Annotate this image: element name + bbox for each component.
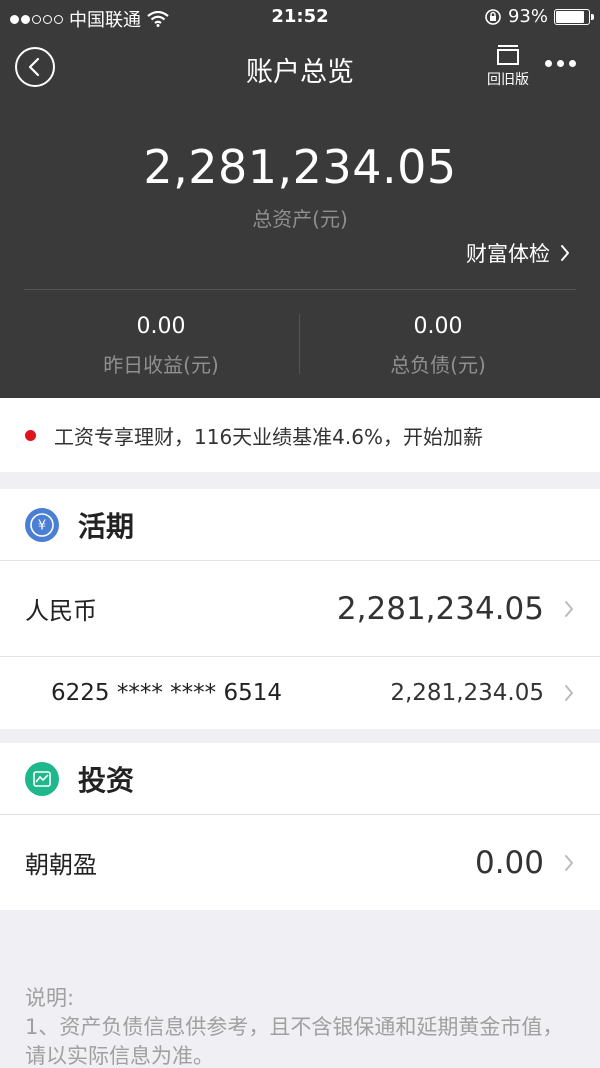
yuan-coin-icon: ¥ xyxy=(25,507,59,542)
currency-label: 人民币 xyxy=(25,597,97,625)
wealth-check-label: 财富体检 xyxy=(466,242,550,266)
divider xyxy=(24,289,576,290)
card-number: 6225 **** **** 6514 xyxy=(51,680,282,706)
promo-banner-text: 工资专享理财，116天业绩基准4.6%，开始加薪 xyxy=(54,424,483,449)
chevron-right-icon xyxy=(565,600,573,617)
disclaimer-text: 1、资产负债信息供参考，且不含银保通和延期黄金市值，请以实际信息为准。 xyxy=(25,1015,564,1068)
rotation-lock-icon xyxy=(485,8,501,25)
header-panel: 中国联通 21:52 93% 账户总览 回旧版 2,281,234.05 总资产… xyxy=(0,0,600,398)
investment-section: 投资 朝朝盈 0.00 xyxy=(0,743,600,910)
current-section-header: ¥ 活期 xyxy=(0,489,600,561)
chevron-right-icon xyxy=(565,685,573,701)
investment-section-header: 投资 xyxy=(0,743,600,815)
status-bar: 中国联通 21:52 93% xyxy=(0,0,600,34)
current-section-title: 活期 xyxy=(78,509,135,543)
currency-amount: 2,281,234.05 xyxy=(336,590,544,627)
total-assets-label: 总资产(元) xyxy=(252,207,348,231)
investment-section-title: 投资 xyxy=(78,763,135,797)
total-liabilities: 0.00 总负债(元) xyxy=(288,314,588,378)
chevron-right-icon xyxy=(561,245,569,261)
promo-banner[interactable]: 工资专享理财，116天业绩基准4.6%，开始加薪 xyxy=(0,398,600,472)
currency-row[interactable]: 人民币 2,281,234.05 xyxy=(0,561,600,657)
battery-percent: 93% xyxy=(507,6,548,27)
more-dots-icon xyxy=(545,60,552,67)
window-icon xyxy=(496,44,520,66)
nav-bar: 账户总览 回旧版 xyxy=(0,34,600,100)
more-button[interactable] xyxy=(545,60,576,67)
yesterday-income-label: 昨日收益(元) xyxy=(103,353,219,377)
total-liabilities-label: 总负债(元) xyxy=(390,353,486,377)
product-amount: 0.00 xyxy=(474,844,544,881)
card-amount: 2,281,234.05 xyxy=(390,680,544,706)
card-row[interactable]: 6225 **** **** 6514 2,281,234.05 xyxy=(0,657,600,729)
total-liabilities-value: 0.00 xyxy=(413,314,463,339)
old-version-button[interactable]: 回旧版 xyxy=(478,44,538,89)
yesterday-income: 0.00 昨日收益(元) xyxy=(11,314,311,378)
yesterday-income-value: 0.00 xyxy=(136,314,186,339)
disclaimer: 说明: 1、资产负债信息供参考，且不含银保通和延期黄金市值，请以实际信息为准。 xyxy=(25,984,575,1068)
product-row[interactable]: 朝朝盈 0.00 xyxy=(0,815,600,910)
current-section: ¥ 活期 人民币 2,281,234.05 6225 **** **** 651… xyxy=(0,489,600,729)
wealth-check-link[interactable]: 财富体检 xyxy=(466,238,570,268)
svg-text:¥: ¥ xyxy=(38,518,46,533)
chevron-right-icon xyxy=(565,854,573,871)
battery-icon xyxy=(554,8,594,25)
disclaimer-title: 说明: xyxy=(25,986,75,1010)
old-version-label: 回旧版 xyxy=(487,72,529,88)
red-dot-icon xyxy=(25,429,36,441)
product-label: 朝朝盈 xyxy=(25,851,97,879)
total-assets-value: 2,281,234.05 xyxy=(143,140,457,194)
chart-icon xyxy=(25,761,59,796)
